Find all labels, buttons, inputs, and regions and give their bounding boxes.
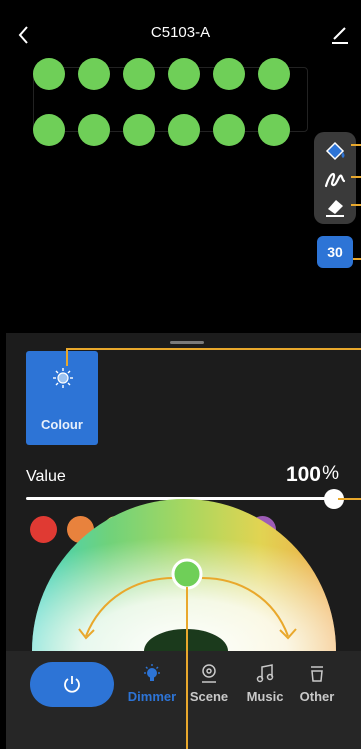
annotation-line	[353, 258, 361, 260]
pixel-cell[interactable]	[213, 114, 245, 146]
pixel-cell[interactable]	[168, 58, 200, 90]
power-icon	[64, 676, 80, 693]
header: C5103-A	[0, 0, 361, 55]
pixel-cell[interactable]	[33, 114, 65, 146]
paint-bucket-icon[interactable]	[321, 138, 349, 164]
light-editor-screen: C5103-A 30 Colour Value 100 % Dimmer Sce…	[0, 0, 361, 749]
music-icon	[256, 664, 274, 683]
eraser-icon[interactable]	[321, 194, 349, 220]
annotation-line	[351, 176, 361, 178]
annotation-line	[351, 144, 361, 146]
pen-icon[interactable]	[321, 166, 349, 192]
page-title: C5103-A	[150, 24, 211, 41]
count-badge[interactable]: 30	[317, 236, 353, 268]
nav-other[interactable]: Other	[288, 663, 346, 709]
pixel-canvas[interactable]	[6, 55, 355, 333]
annotation-line	[66, 348, 361, 350]
other-icon	[311, 666, 323, 682]
colour-picker-handle[interactable]	[171, 558, 203, 590]
colour-wheel[interactable]	[6, 333, 361, 651]
pixel-cell[interactable]	[258, 114, 290, 146]
bottom-nav: Dimmer Scene Music Other	[6, 651, 361, 749]
annotation-line	[66, 348, 68, 366]
nav-dimmer[interactable]: Dimmer	[123, 663, 181, 709]
bulb-icon	[144, 664, 160, 681]
pixel-cell[interactable]	[78, 114, 110, 146]
pixel-cell[interactable]	[78, 58, 110, 90]
pixel-cell[interactable]	[123, 114, 155, 146]
tool-palette	[314, 132, 356, 224]
nav-label: Other	[299, 689, 335, 704]
pixel-cell[interactable]	[33, 58, 65, 90]
annotation-line	[338, 498, 361, 500]
scene-icon	[202, 664, 216, 683]
pixel-cell[interactable]	[258, 58, 290, 90]
annotation-line	[351, 204, 361, 206]
pixel-cell[interactable]	[213, 58, 245, 90]
pixel-cell[interactable]	[123, 58, 155, 90]
power-button[interactable]	[30, 662, 114, 707]
pixel-cell[interactable]	[168, 114, 200, 146]
edit-icon[interactable]	[329, 24, 351, 46]
annotation-line	[186, 587, 188, 749]
